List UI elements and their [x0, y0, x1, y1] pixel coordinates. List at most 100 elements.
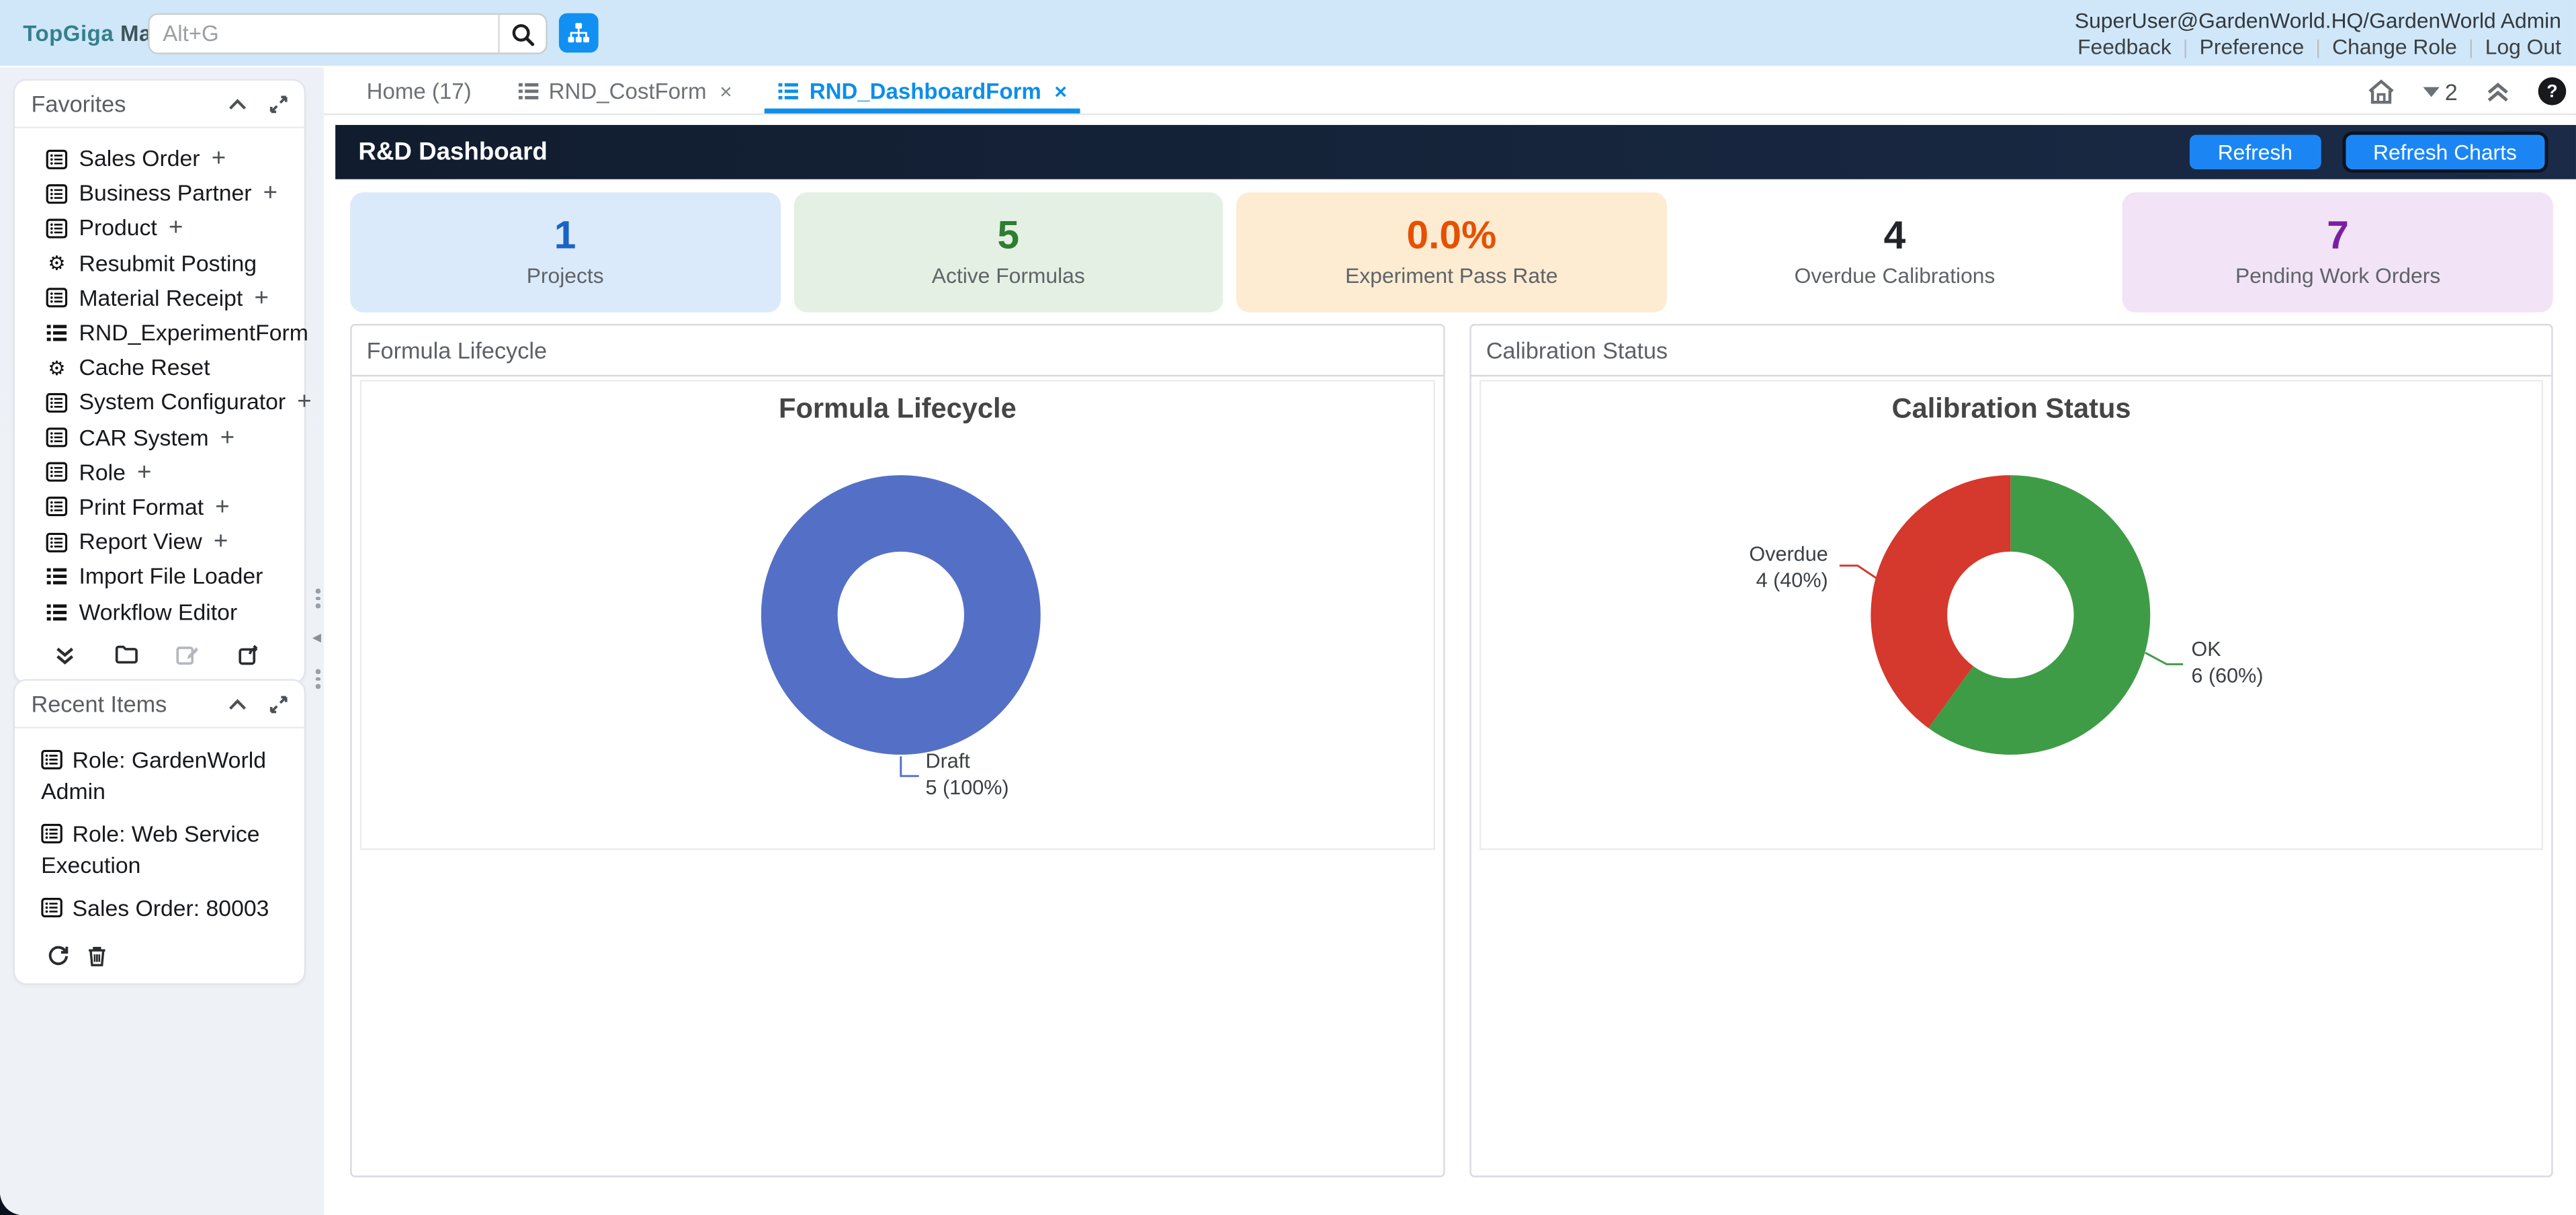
kpi-card-overdue-calibrations: 4 Overdue Calibrations	[1680, 192, 2110, 312]
session-link-preference[interactable]: Preference	[2200, 34, 2305, 59]
sidebar-item-material-receipt[interactable]: Material Receipt+	[46, 281, 294, 316]
refresh-button[interactable]: Refresh	[2190, 135, 2321, 169]
refresh-icon[interactable]	[48, 946, 69, 967]
kpi-card-active-formulas: 5Active Formulas	[793, 192, 1223, 312]
home-icon[interactable]	[2368, 78, 2396, 104]
slice-label-ok: OK 6 (60%)	[2191, 638, 2263, 689]
help-icon[interactable]: ?	[2538, 77, 2567, 106]
folder-icon[interactable]	[114, 644, 137, 665]
splitter-drag-handle[interactable]	[312, 669, 324, 688]
expand-panel-icon[interactable]	[269, 695, 288, 713]
recent-item[interactable]: Sales Order: 80003	[41, 893, 291, 924]
item-label: Sales Order: 80003	[73, 896, 269, 921]
sidebar-item-report-view[interactable]: Report View +	[46, 525, 294, 560]
sidebar-item-cache-reset[interactable]: ⚙Cache Reset	[46, 350, 294, 385]
recent-item[interactable]: Role: GardenWorld Admin	[41, 745, 291, 807]
item-label: Report View	[79, 530, 202, 554]
share-icon[interactable]	[239, 644, 261, 665]
process-icon: ⚙	[46, 358, 68, 378]
panel-header: Calibration Status	[1471, 325, 2551, 376]
formula-lifecycle-panel: Formula Lifecycle Formula Lifecycle Draf…	[350, 324, 1445, 1177]
refresh-charts-button[interactable]: Refresh Charts	[2342, 132, 2548, 173]
donut-chart[interactable]	[1481, 382, 2544, 849]
tab-rnd-costform[interactable]: RND_CostForm ×	[495, 67, 755, 114]
tab-label: RND_CostForm	[549, 78, 707, 103]
item-label: Role: GardenWorld Admin	[41, 748, 266, 804]
sidebar-item-print-format[interactable]: Print Format+	[46, 490, 294, 525]
add-new-record-icon[interactable]: +	[220, 425, 234, 450]
sidebar-item-resubmit-posting[interactable]: ⚙Resubmit Posting	[46, 246, 294, 281]
trash-icon[interactable]	[87, 946, 107, 967]
session-link-feedback[interactable]: Feedback	[2077, 34, 2172, 59]
splitter-collapse-icon[interactable]: ◀	[312, 632, 321, 645]
tabbar-actions: 2 ?	[2368, 67, 2567, 115]
add-new-record-icon[interactable]: +	[215, 495, 229, 519]
slice-label-overdue: Overdue 4 (40%)	[1749, 542, 1828, 594]
add-new-record-icon[interactable]: +	[263, 181, 277, 206]
sidebar-item-system-configurator[interactable]: System Configurator+	[46, 385, 294, 420]
add-new-record-icon[interactable]: +	[297, 390, 311, 415]
collapse-header-icon[interactable]	[2485, 80, 2510, 103]
kpi-value: 4	[1884, 217, 1906, 257]
window-icon	[41, 898, 62, 917]
expand-panel-icon[interactable]	[269, 95, 288, 113]
sidebar-item-car-system[interactable]: CAR System +	[46, 420, 294, 455]
collapse-all-icon[interactable]	[54, 644, 76, 665]
add-new-record-icon[interactable]: +	[214, 530, 228, 554]
collapse-panel-icon[interactable]	[228, 98, 247, 110]
sidebar-item-import-file-loader[interactable]: Import File Loader	[46, 559, 294, 594]
sidebar-item-product[interactable]: Product +	[46, 211, 294, 246]
recent-items-title: Recent Items	[31, 691, 205, 717]
open-windows-dropdown[interactable]: 2	[2423, 78, 2458, 104]
item-label: CAR System	[79, 425, 208, 450]
kpi-label: Active Formulas	[932, 263, 1085, 288]
kpi-label: Overdue Calibrations	[1795, 263, 1995, 288]
session-link-change-role[interactable]: Change Role	[2332, 34, 2457, 59]
collapse-panel-icon[interactable]	[228, 698, 247, 710]
add-new-record-icon[interactable]: +	[169, 216, 183, 241]
logged-in-user: SuperUser@GardenWorld.HQ/GardenWorld Adm…	[2075, 8, 2561, 33]
splitter-drag-handle[interactable]	[312, 589, 324, 608]
close-icon[interactable]: ×	[720, 78, 732, 103]
sidebar-item-business-partner[interactable]: Business Partner+	[46, 176, 294, 211]
kpi-card-experiment-pass-rate: 0.0%Experiment Pass Rate	[1236, 192, 1666, 312]
recent-items-list: Role: GardenWorld Admin Role: Web Service…	[15, 728, 304, 924]
donut-chart[interactable]	[361, 382, 1436, 849]
add-new-record-icon[interactable]: +	[137, 460, 151, 485]
hierarchy-icon	[567, 22, 590, 44]
search-input[interactable]	[150, 22, 499, 46]
sidebar-item-workflow-editor[interactable]: Workflow Editor	[46, 594, 294, 629]
edit-icon[interactable]	[177, 644, 200, 665]
recent-item[interactable]: Role: Web Service Execution	[41, 819, 291, 881]
tab-label: Home (17)	[367, 78, 472, 103]
item-label: Import File Loader	[79, 564, 263, 589]
window-icon	[41, 750, 62, 769]
add-new-record-icon[interactable]: +	[212, 146, 226, 171]
tab-home-17-[interactable]: Home (17)	[343, 67, 495, 114]
sidebar-item-rnd-experimentform[interactable]: RND_ExperimentForm	[46, 316, 294, 351]
global-search	[148, 13, 548, 54]
item-label: Product	[79, 216, 157, 241]
recent-items-header: Recent Items	[15, 681, 304, 728]
add-new-record-icon[interactable]: +	[254, 286, 268, 310]
window-icon	[46, 497, 68, 517]
close-icon[interactable]: ×	[1054, 78, 1067, 103]
favorites-toolbar	[15, 629, 304, 681]
menu-tree-button[interactable]	[559, 13, 599, 53]
window-icon	[46, 183, 68, 203]
form-icon	[517, 81, 539, 99]
kpi-label: Experiment Pass Rate	[1345, 263, 1557, 288]
page-title: R&D Dashboard	[358, 138, 2190, 167]
sidebar-item-role[interactable]: Role+	[46, 455, 294, 490]
formula-lifecycle-chart: Formula Lifecycle Draft 5 (100%)	[360, 380, 1435, 850]
session-link-log-out[interactable]: Log Out	[2485, 34, 2561, 59]
tab-rnd-dashboardform[interactable]: RND_DashboardForm×	[755, 67, 1090, 114]
open-windows-count: 2	[2445, 78, 2458, 104]
item-label: Sales Order	[79, 146, 200, 171]
recent-items-toolbar	[15, 935, 304, 983]
search-icon[interactable]	[500, 15, 546, 52]
sidebar-item-sales-order[interactable]: Sales Order +	[46, 141, 294, 176]
window-icon	[46, 427, 68, 447]
tab-bar: Home (17)RND_CostForm×RND_DashboardForm×…	[324, 67, 2576, 115]
top-bar: TopGiga Material SuperUser@GardenWorld.H…	[0, 0, 2576, 66]
